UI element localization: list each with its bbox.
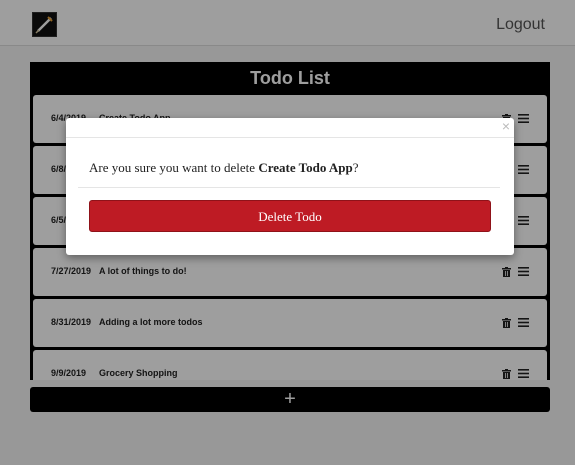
- delete-confirm-message: Are you sure you want to delete Create T…: [89, 160, 494, 176]
- modal-header: ×: [66, 118, 514, 138]
- delete-target-name: Create Todo App: [258, 160, 353, 175]
- prompt-prefix: Are you sure you want to delete: [89, 160, 259, 175]
- delete-todo-button[interactable]: Delete Todo: [89, 200, 491, 232]
- delete-confirm-modal: × Are you sure you want to delete Create…: [66, 118, 514, 255]
- modal-divider: [78, 187, 500, 188]
- prompt-suffix: ?: [352, 160, 359, 175]
- close-icon[interactable]: ×: [502, 118, 510, 135]
